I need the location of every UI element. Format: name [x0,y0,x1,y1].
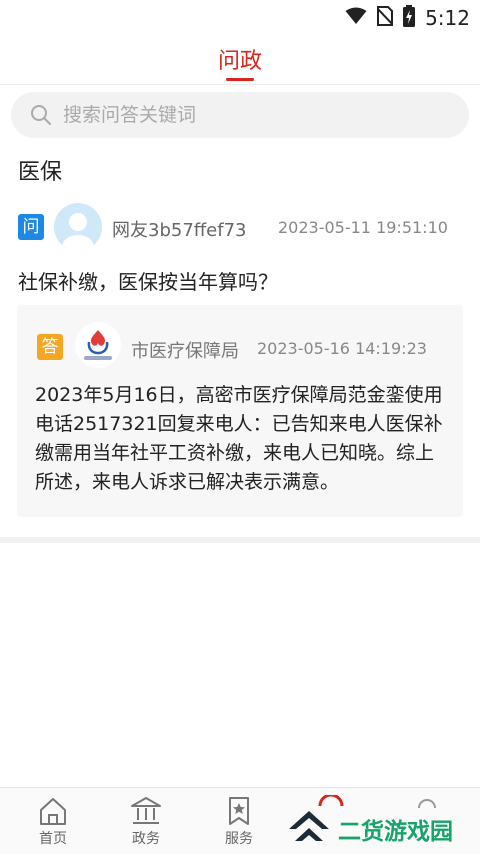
divider [0,537,480,543]
bookmark-star-icon [223,796,255,830]
section-title: 医保 [18,160,63,185]
tab-government[interactable]: 政务 [106,788,186,854]
page-header: 问政 [0,34,480,85]
active-tab-indicator [226,78,254,81]
answer-badge: 答 [37,334,63,360]
watermark-text: 二货游戏园 [338,819,453,845]
tab-service-label: 服务 [225,831,253,847]
answer-text: 2023年5月16日，高密市医疗保障局范金銮使用电话2517321回复来电人：已… [35,384,443,493]
wifi-icon [345,7,367,29]
search-icon [30,104,52,130]
battery-charging-icon [403,5,416,31]
answer-card: 答 市医疗保障局 2023-05-16 14:19:23 2023年5月16日，… [17,305,463,517]
home-icon [37,796,69,830]
watermark-logo-icon [285,807,333,851]
question-text[interactable]: 社保补缴，医保按当年算吗？ [18,266,278,295]
question-username: 网友3b57ffef73 [112,220,247,241]
answer-org: 市医疗保障局 [131,341,239,362]
no-sim-icon [376,6,394,30]
tab-home[interactable]: 首页 [13,788,93,854]
question-time: 2023-05-11 19:51:10 [278,218,448,237]
question-badge: 问 [18,214,44,240]
org-logo-icon [75,322,121,368]
tab-home-label: 首页 [39,831,67,847]
status-bar: 5:12 [0,0,480,34]
tab-service[interactable]: 服务 [199,788,279,854]
watermark: 二货游戏园 [285,804,480,850]
search-bar[interactable] [11,92,469,138]
tab-government-label: 政务 [132,831,160,847]
status-time: 5:12 [425,6,470,30]
user-avatar [54,203,102,251]
answer-time: 2023-05-16 14:19:23 [257,339,427,358]
tab-wenzheng[interactable]: 问政 [0,43,480,75]
status-icons: 5:12 [345,5,470,31]
search-input[interactable] [63,92,443,138]
government-building-icon [130,796,162,830]
